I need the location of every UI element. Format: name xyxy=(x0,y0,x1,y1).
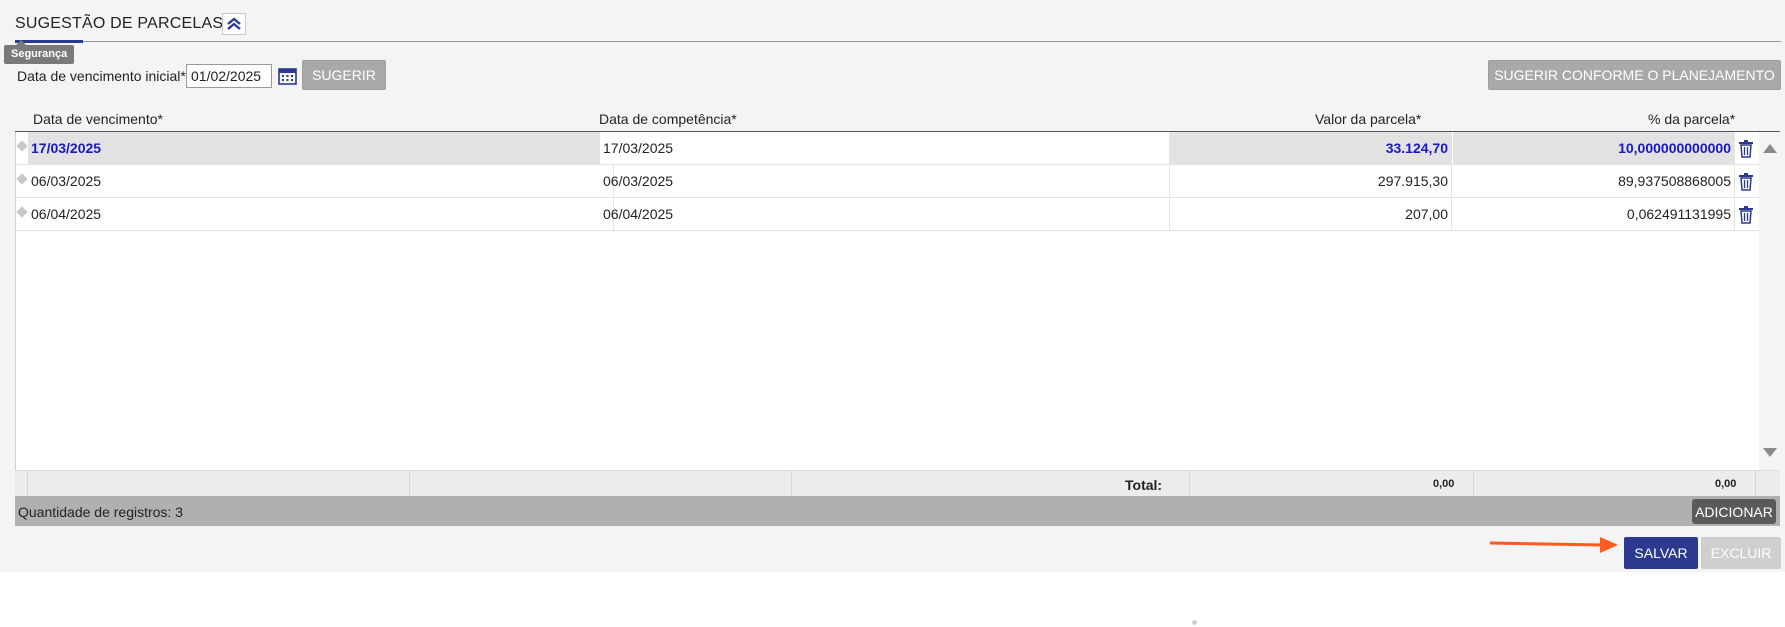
grid-footer: Quantidade de registros: 3 ADICIONAR xyxy=(15,496,1780,526)
column-header-installment-value[interactable]: Valor da parcela* xyxy=(1315,111,1421,127)
section-divider xyxy=(15,41,1781,42)
totals-row: Total: 0,00 0,00 xyxy=(15,470,1780,497)
cell-installment-percent[interactable]: 0,062491131995 xyxy=(1453,198,1735,230)
table-row[interactable]: 06/04/2025 06/04/2025 207,00 0,062491131… xyxy=(16,198,1760,231)
column-header-competence-date[interactable]: Data de competência* xyxy=(599,111,737,127)
grid-header: Data de vencimento* Data de competência*… xyxy=(15,108,1780,132)
drag-handle-icon[interactable] xyxy=(16,140,28,152)
installments-grid: 17/03/2025 17/03/2025 33.124,70 10,00000… xyxy=(15,132,1760,470)
totals-segment xyxy=(15,471,28,497)
grid-scrollbar[interactable] xyxy=(1759,132,1781,470)
column-header-installment-percent[interactable]: % da parcela* xyxy=(1648,111,1735,127)
totals-segment xyxy=(1474,471,1756,497)
delete-button: EXCLUIR xyxy=(1701,537,1781,569)
cell-due-date[interactable]: 06/03/2025 xyxy=(28,165,614,197)
loading-dot xyxy=(1192,620,1197,625)
cell-installment-value[interactable]: 297.915,30 xyxy=(1170,165,1452,197)
trash-icon[interactable] xyxy=(1738,173,1754,191)
table-row[interactable]: 17/03/2025 17/03/2025 33.124,70 10,00000… xyxy=(16,132,1760,165)
cell-due-date[interactable]: 06/04/2025 xyxy=(28,198,614,230)
records-count: Quantidade de registros: 3 xyxy=(18,504,183,520)
cell-competence-date[interactable]: 17/03/2025 xyxy=(600,132,1170,164)
total-percent: 0,00 xyxy=(1715,478,1737,490)
cell-due-date[interactable]: 17/03/2025 xyxy=(28,132,614,164)
cell-competence-date[interactable]: 06/04/2025 xyxy=(600,198,1170,230)
cell-installment-percent[interactable]: 89,937508868005 xyxy=(1453,165,1735,197)
cell-installment-value[interactable]: 33.124,70 xyxy=(1170,132,1452,164)
total-label: Total: xyxy=(1125,477,1163,493)
annotation-arrow xyxy=(1490,537,1618,553)
scroll-up-icon[interactable] xyxy=(1763,144,1777,153)
save-button[interactable]: SALVAR xyxy=(1624,537,1698,569)
table-row[interactable]: 06/03/2025 06/03/2025 297.915,30 89,9375… xyxy=(16,165,1760,198)
add-button[interactable]: ADICIONAR xyxy=(1692,499,1776,524)
calendar-icon xyxy=(277,68,297,85)
collapse-button[interactable] xyxy=(222,13,246,35)
total-value: 0,00 xyxy=(1433,478,1455,490)
totals-segment xyxy=(28,471,410,497)
cell-installment-percent[interactable]: 10,000000000000 xyxy=(1453,132,1735,164)
trash-icon[interactable] xyxy=(1738,140,1754,158)
initial-due-date-input[interactable] xyxy=(186,64,272,88)
section-title: SUGESTÃO DE PARCELAS xyxy=(15,15,224,32)
initial-due-date-label: Data de vencimento inicial*: xyxy=(17,68,190,84)
totals-segment xyxy=(1190,471,1474,497)
cell-competence-date[interactable]: 06/03/2025 xyxy=(600,165,1170,197)
suggest-by-planning-button[interactable]: SUGERIR CONFORME O PLANEJAMENTO xyxy=(1488,60,1781,90)
drag-handle-icon[interactable] xyxy=(16,173,28,185)
cell-installment-value[interactable]: 207,00 xyxy=(1170,198,1452,230)
trash-icon[interactable] xyxy=(1738,206,1754,224)
drag-handle-icon[interactable] xyxy=(16,206,28,218)
installments-panel: SUGESTÃO DE PARCELAS Segurança Data de v… xyxy=(0,0,1785,572)
scroll-down-icon[interactable] xyxy=(1763,448,1777,457)
totals-segment xyxy=(410,471,792,497)
chevron-double-up-icon xyxy=(227,17,241,30)
security-tooltip: Segurança xyxy=(4,40,75,64)
calendar-button[interactable] xyxy=(276,64,298,88)
column-header-due-date[interactable]: Data de vencimento* xyxy=(33,111,163,127)
suggest-button[interactable]: SUGERIR xyxy=(302,60,386,90)
